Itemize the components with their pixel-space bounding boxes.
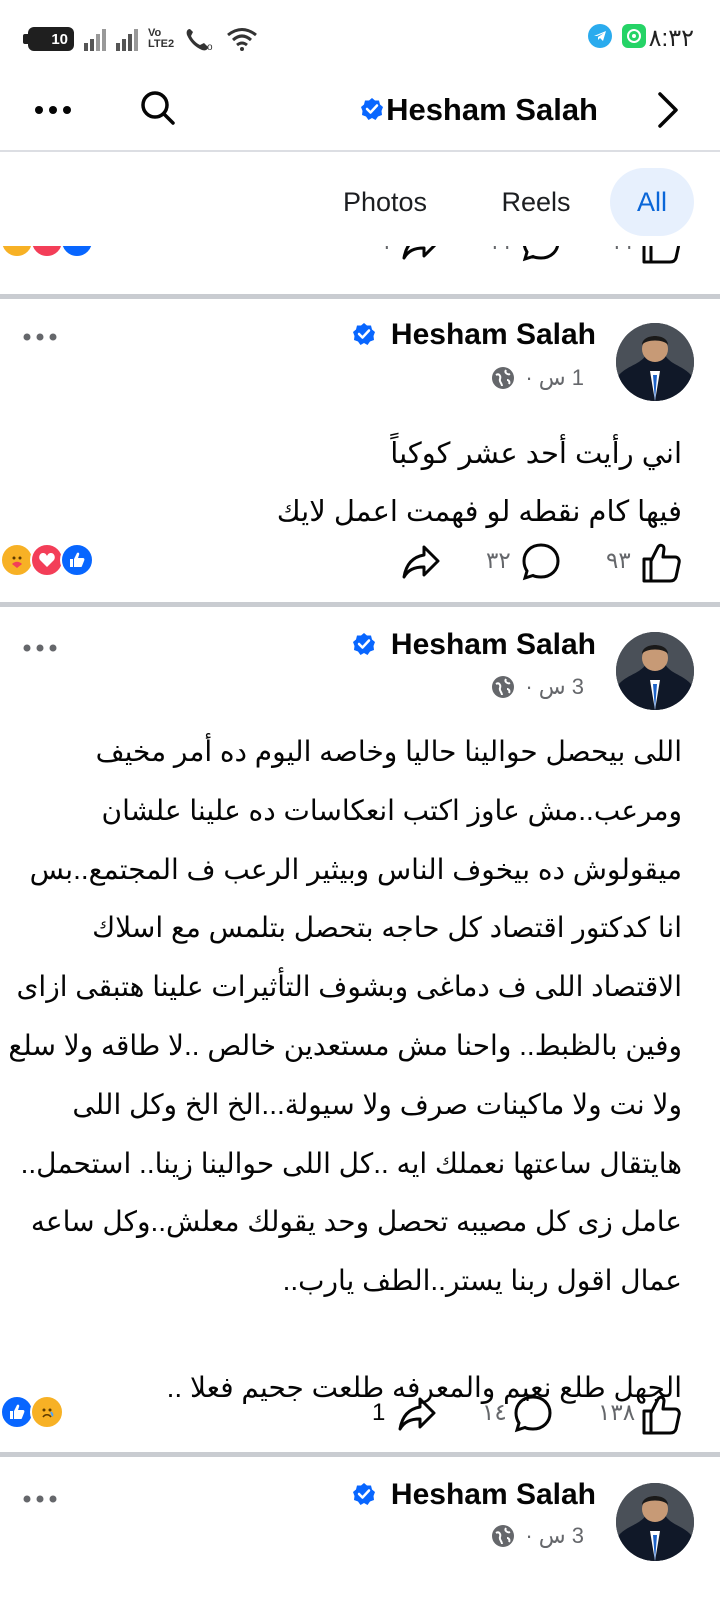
comment-count: ١٤ <box>482 1399 507 1425</box>
signal-2-icon <box>116 27 138 51</box>
like-count: ٩٣ <box>606 547 631 573</box>
care-reaction-icon <box>0 246 34 258</box>
post-card: Hesham Salah 1 س · اني رأيت أحد عشر كوكب… <box>0 299 720 602</box>
status-left: 10 Vo LTE2 o <box>23 26 258 52</box>
verified-badge-icon <box>352 322 376 351</box>
avatar[interactable] <box>616 1483 694 1561</box>
post-text-line: هايتقال ساعتها نعملك ايه ..كل اللى حوالي… <box>20 1147 682 1179</box>
wifi-icon <box>227 28 258 51</box>
post-text-line: عمال اقول ربنا يستر..الطف يارب.. <box>282 1265 682 1297</box>
share-icon[interactable] <box>396 1389 438 1439</box>
post-text-line: وفين بالظبط.. واحنا مش مستعدين خالص ..لا… <box>8 1029 682 1061</box>
share-count: ١ <box>380 246 392 255</box>
avatar[interactable] <box>616 323 694 401</box>
avatar[interactable] <box>616 632 694 710</box>
share-icon[interactable] <box>400 537 442 587</box>
post-text-line: فيها كام نقطه لو فهمت اعمل لايك <box>276 496 682 528</box>
post-text: اللى بيحصل حوالينا حاليا وخاصه اليوم ده … <box>8 723 682 1418</box>
globe-icon <box>492 676 515 698</box>
post-text-line: انا كدكتور اقتصاد كل حاجه بتحصل بتلمس مع… <box>92 912 682 944</box>
battery-level: 10 <box>51 30 68 48</box>
profile-header: Hesham Salah <box>0 80 720 152</box>
more-options-icon[interactable] <box>34 102 72 120</box>
like-reaction-icon <box>0 1395 34 1429</box>
like-icon[interactable] <box>640 537 682 587</box>
post-meta: 1 س · <box>491 365 584 391</box>
status-bar: 10 Vo LTE2 o ٨:٣٢ <box>0 0 720 80</box>
previous-post-actions: ١ ١١ ١١ <box>0 246 720 278</box>
post-text-line: ومرعب..مش عاوز اكتب انعكاسات ده علينا عل… <box>101 794 682 826</box>
content-tabs: Photos Reels All <box>0 152 720 246</box>
sad-reaction-icon <box>30 1395 64 1429</box>
post-text-line: ولا نت ولا ماكينات صرف ولا سيولة...الخ ا… <box>72 1088 682 1120</box>
share-icon[interactable] <box>400 246 442 268</box>
chevron-right-icon[interactable] <box>656 90 680 135</box>
love-reaction-icon <box>30 543 64 577</box>
post-text-line: اني رأيت أحد عشر كوكباً <box>390 438 682 470</box>
post-text: اني رأيت أحد عشر كوكباً فيها كام نقطه لو… <box>277 425 682 541</box>
post-card: Hesham Salah 3 س · اللى بيحصل حوالينا حا… <box>0 607 720 1452</box>
post-time: 3 س · <box>525 1523 584 1548</box>
post-text-line: ميقولوش ده بيخوف الناس وبيثير الرعب ف ال… <box>29 853 682 885</box>
page-title: Hesham Salah <box>386 92 598 127</box>
comment-count: ١١ <box>488 246 513 255</box>
post-more-icon[interactable] <box>22 1491 58 1509</box>
care-reaction-icon <box>0 543 34 577</box>
post-meta: 3 س · <box>491 674 584 700</box>
post-author[interactable]: Hesham Salah <box>391 628 596 662</box>
status-right <box>588 24 646 48</box>
tab-reels[interactable]: Reels <box>488 168 584 236</box>
post-text-line <box>8 1311 682 1359</box>
like-icon[interactable] <box>640 246 682 268</box>
clock: ٨:٣٢ <box>648 25 694 52</box>
post-author[interactable]: Hesham Salah <box>391 318 596 352</box>
comment-count: ٣٢ <box>486 547 511 573</box>
like-reaction-icon <box>60 543 94 577</box>
volte-icon: Vo LTE2 <box>148 27 175 50</box>
previous-action-row: ١ ١١ ١١ <box>0 246 720 268</box>
post-action-row: ٣٢ ٩٣ <box>0 537 720 587</box>
like-count: ١٣٨ <box>598 1399 636 1425</box>
love-reaction-icon <box>30 246 64 258</box>
reaction-icons[interactable] <box>0 543 94 577</box>
tab-photos[interactable]: Photos <box>330 168 440 236</box>
battery-indicator: 10 <box>23 27 74 51</box>
post-action-row: 1 ١٤ ١٣٨ <box>0 1389 720 1439</box>
post-text-line: عامل زى كل مصيبه تحصل وحد يقولك معلش..وك… <box>30 1206 682 1238</box>
post-more-icon[interactable] <box>22 329 58 347</box>
reaction-icons[interactable] <box>0 1395 64 1429</box>
tab-all[interactable]: All <box>610 168 694 236</box>
search-icon[interactable] <box>140 90 176 131</box>
like-reaction-icon <box>60 246 94 258</box>
like-count: ١١ <box>610 246 635 255</box>
reaction-icons[interactable] <box>0 246 94 258</box>
wifi-call-icon: o <box>186 29 213 52</box>
comment-icon[interactable] <box>512 1389 554 1439</box>
post-time: 3 س · <box>525 674 584 699</box>
post-card: Hesham Salah 3 س · <box>0 1457 720 1604</box>
telegram-icon <box>588 24 612 48</box>
globe-icon <box>492 1525 515 1547</box>
post-more-icon[interactable] <box>22 640 58 658</box>
post-meta: 3 س · <box>491 1523 584 1549</box>
post-text-line: اللى بيحصل حوالينا حاليا وخاصه اليوم ده … <box>95 736 682 767</box>
like-icon[interactable] <box>640 1389 682 1439</box>
verified-badge-icon <box>352 632 376 661</box>
verified-badge-icon <box>352 1482 376 1511</box>
svg-text:o: o <box>207 42 213 52</box>
globe-icon <box>492 367 515 389</box>
share-count: 1 <box>372 1399 386 1426</box>
post-author[interactable]: Hesham Salah <box>391 1478 596 1512</box>
verified-badge-icon <box>360 97 384 126</box>
whatsapp-icon <box>622 24 646 48</box>
post-text-line: الاقتصاد اللى ف دماغى وبشوف التأثيرات عل… <box>16 971 683 1003</box>
comment-icon[interactable] <box>520 537 562 587</box>
comment-icon[interactable] <box>520 246 562 268</box>
post-time: 1 س · <box>525 365 584 390</box>
signal-1-icon <box>84 27 106 51</box>
